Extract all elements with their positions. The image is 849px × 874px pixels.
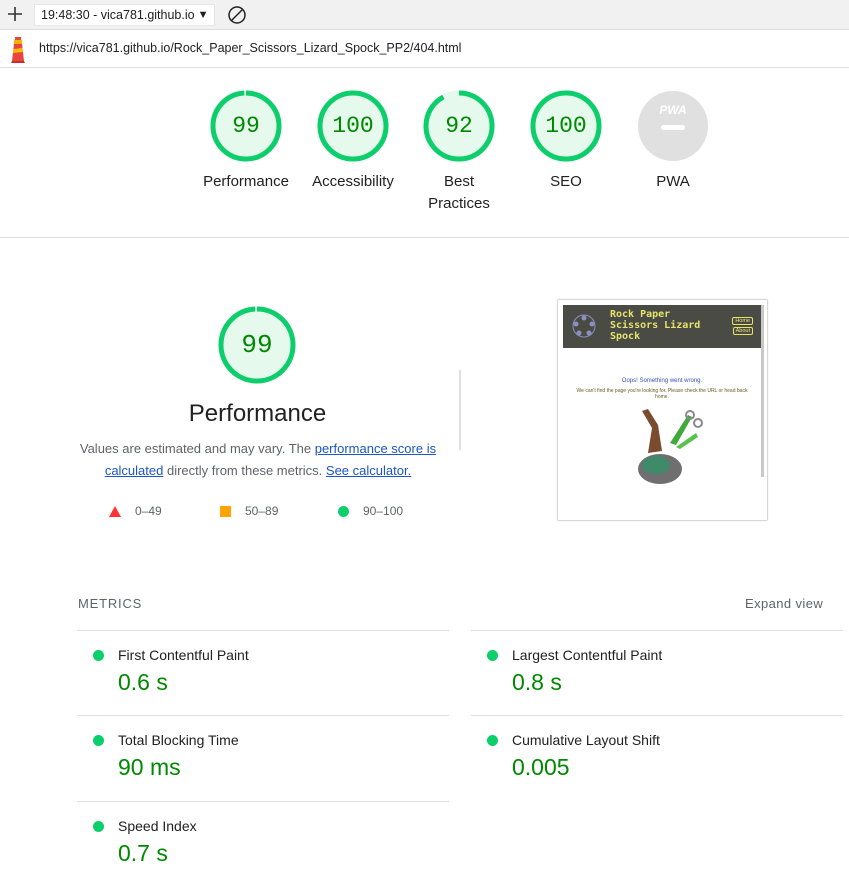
expand-view-button[interactable]: Expand view: [745, 596, 823, 611]
performance-gauge: 99: [217, 305, 297, 385]
score-value: 100: [545, 113, 587, 139]
score-ring: 99: [209, 89, 283, 163]
metric-name: Speed Index: [118, 818, 197, 834]
pass-circle-icon: [487, 735, 498, 746]
legend-range: 90–100: [363, 504, 404, 518]
gauge-label: Best Practices: [428, 173, 490, 212]
desc-text: Values are estimated and may vary. The: [79, 441, 315, 456]
score-value: 92: [445, 113, 473, 139]
pass-circle-icon: [487, 650, 498, 661]
performance-title: Performance: [188, 400, 327, 427]
lighthouse-logo-icon: [8, 37, 28, 63]
triangle-icon: [109, 505, 121, 517]
metric-name: Cumulative Layout Shift: [512, 732, 660, 748]
screenshot-nav-about: About: [732, 327, 753, 335]
screenshot-message: We can't find the page you're looking fo…: [576, 388, 748, 400]
gauge-seo[interactable]: 100 SEO: [511, 89, 621, 193]
metric-name: Largest Contentful Paint: [512, 647, 663, 663]
legend-range: 0–49: [135, 504, 162, 518]
gauge-pwa[interactable]: PWA PWA: [618, 89, 728, 193]
legend-range: 50–89: [245, 504, 279, 518]
metrics-heading: METRICS: [78, 596, 143, 611]
screenshot-header: Rock Paper Scissors Lizard Spock Home Ab…: [563, 305, 761, 348]
score-ring: 100: [316, 89, 390, 163]
gauge-label: PWA: [656, 173, 690, 190]
clear-icon[interactable]: [226, 4, 248, 26]
pass-circle-icon: [93, 735, 104, 746]
metric-largest-contentful-paint: Largest Contentful Paint 0.8 s: [471, 630, 843, 716]
metric-name: First Contentful Paint: [118, 647, 249, 663]
score-value: 99: [232, 113, 260, 139]
screenshot-title: Rock Paper Scissors Lizard Spock: [610, 309, 701, 342]
screenshot-nav-home: Home: [732, 317, 753, 325]
screenshot-scrollbar: [761, 305, 764, 477]
calculator-link[interactable]: See calculator.: [326, 463, 411, 478]
gauge-accessibility[interactable]: 100 Accessibility: [298, 89, 408, 193]
metric-first-contentful-paint: First Contentful Paint 0.6 s: [77, 630, 449, 716]
metric-value: 0.8 s: [512, 669, 562, 695]
performance-score: 99: [241, 330, 273, 360]
metric-value: 0.7 s: [118, 840, 168, 866]
rock-paper-scissors-illustration: [638, 409, 703, 484]
circle-icon: [338, 505, 349, 517]
game-logo-icon: [572, 314, 596, 338]
score-value: 100: [332, 113, 374, 139]
metric-value: 0.005: [512, 754, 570, 780]
metric-value: 90 ms: [118, 754, 181, 780]
metric-name: Total Blocking Time: [118, 732, 239, 748]
score-ring: 92: [422, 89, 496, 163]
pwa-badge: PWA: [636, 89, 710, 163]
report-url[interactable]: https://vica781.github.io/Rock_Paper_Sci…: [39, 41, 461, 55]
metric-value: 0.6 s: [118, 669, 168, 695]
report-selector[interactable]: 19:48:30 - vica781.github.io ▼: [34, 4, 216, 26]
square-icon: [220, 505, 231, 517]
desc-text: directly from these metrics.: [163, 463, 326, 478]
gauge-label: SEO: [550, 173, 582, 190]
legend-average: 50–89: [220, 502, 278, 520]
pwa-badge-text: PWA: [659, 103, 687, 117]
report-selector-label: 19:48:30 - vica781.github.io: [41, 8, 195, 22]
report-url-bar: https://vica781.github.io/Rock_Paper_Sci…: [0, 31, 849, 68]
gauge-best-practices[interactable]: 92 Best Practices: [404, 89, 514, 215]
pwa-icon: [638, 91, 708, 161]
legend-fail: 0–49: [109, 502, 162, 520]
pass-circle-icon: [93, 650, 104, 661]
devtools-toolbar: 19:48:30 - vica781.github.io ▼: [0, 0, 849, 30]
section-divider: [459, 370, 461, 450]
metric-cumulative-layout-shift: Cumulative Layout Shift 0.005: [471, 715, 843, 801]
metric-speed-index: Speed Index 0.7 s: [77, 801, 449, 874]
metric-total-blocking-time: Total Blocking Time 90 ms: [77, 715, 449, 801]
plus-icon[interactable]: [4, 3, 26, 25]
final-screenshot[interactable]: Rock Paper Scissors Lizard Spock Home Ab…: [557, 299, 768, 521]
gauge-label: Performance: [203, 173, 289, 190]
caret-down-icon: ▼: [197, 9, 209, 21]
performance-description: Values are estimated and may vary. The p…: [78, 438, 438, 482]
score-ring: 100: [529, 89, 603, 163]
pass-circle-icon: [93, 821, 104, 832]
legend-pass: 90–100: [338, 502, 403, 520]
gauge-label: Accessibility: [312, 173, 394, 190]
divider: [0, 237, 849, 238]
gauge-performance[interactable]: 99 Performance: [191, 89, 301, 193]
screenshot-oops: Oops! Something went wrong.: [621, 378, 703, 384]
